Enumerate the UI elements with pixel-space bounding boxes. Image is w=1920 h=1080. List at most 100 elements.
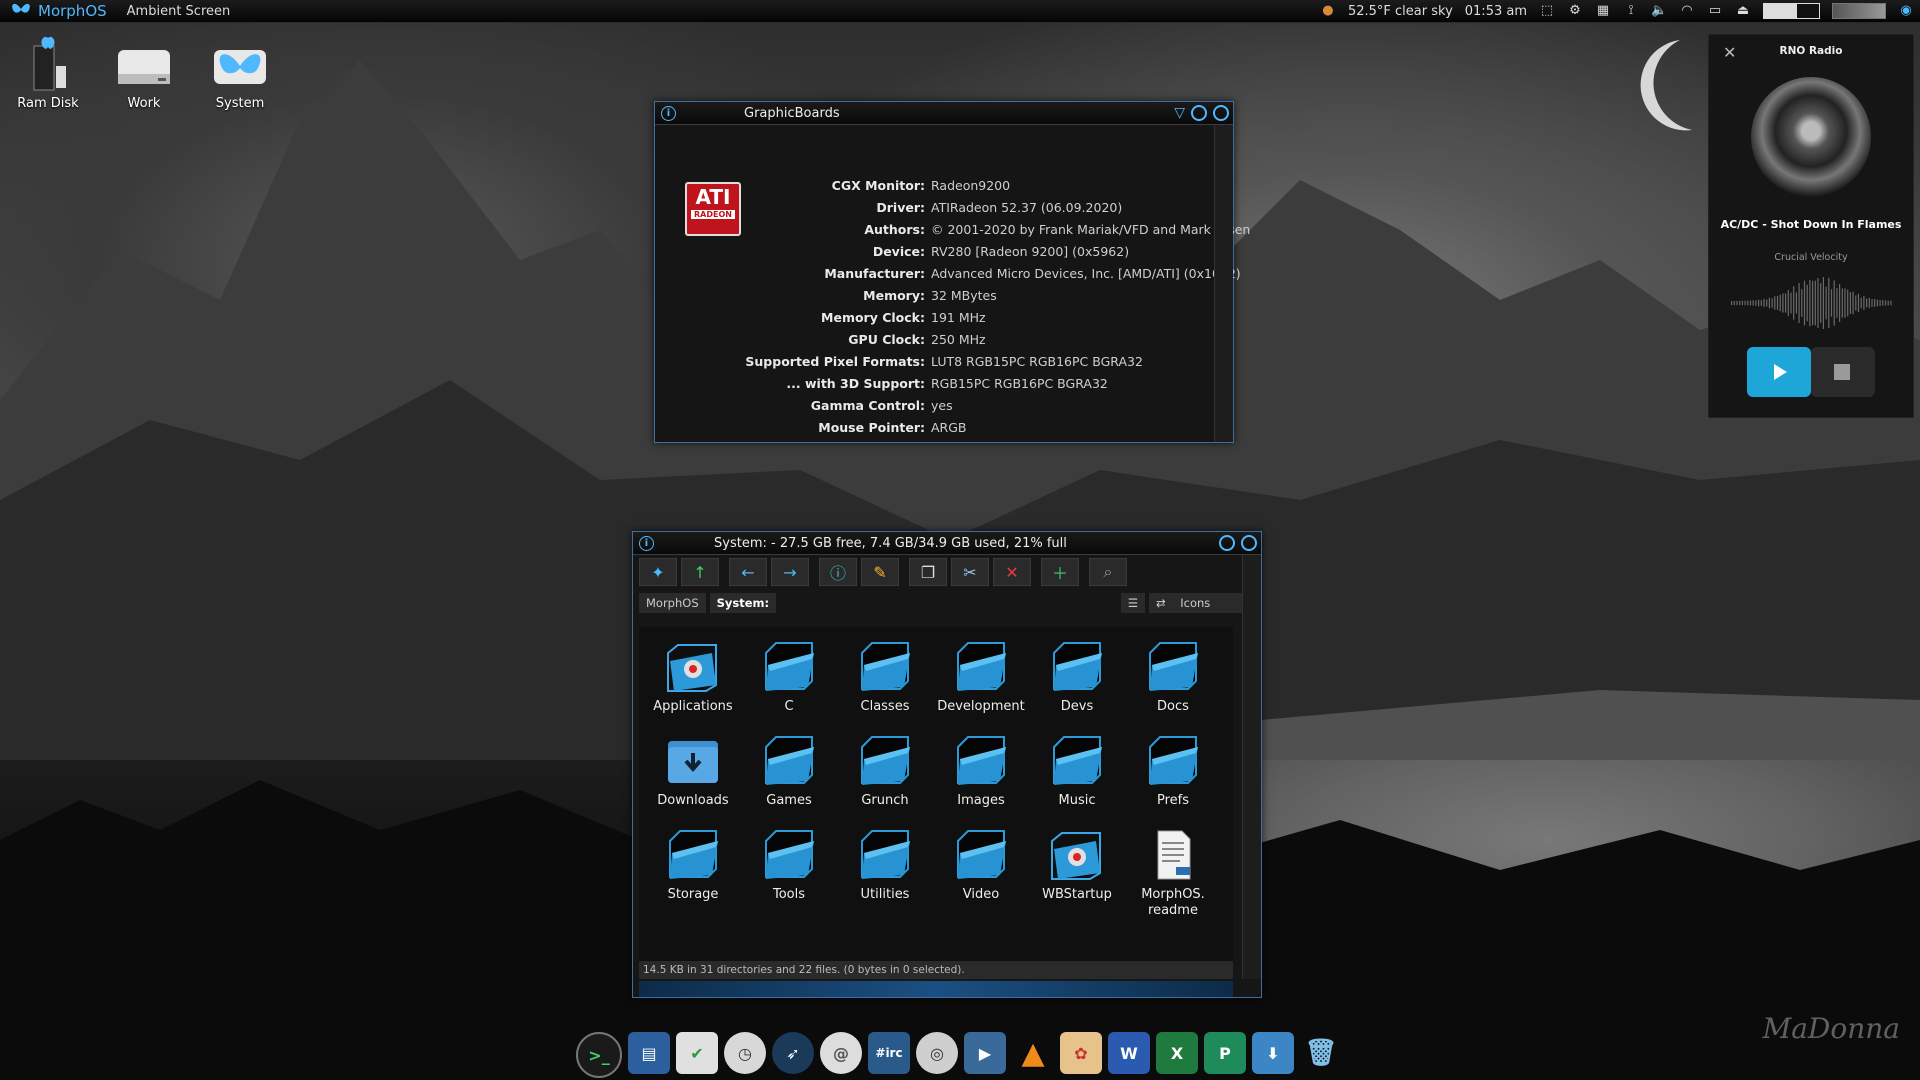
grid-icon[interactable]: ▦ — [1595, 4, 1611, 18]
arrow-up-icon: ↑ — [693, 562, 707, 582]
file-icon-wbstartup[interactable]: WBStartup — [1031, 827, 1123, 903]
new-drawer-button[interactable]: ＋ — [1041, 558, 1079, 586]
dock-irc[interactable]: #irc — [868, 1032, 910, 1074]
info-icon[interactable]: i — [639, 535, 654, 551]
property-row: CGX Monitor: Radeon9200 — [735, 175, 1250, 197]
breadcrumb-morphos[interactable]: MorphOS — [639, 593, 706, 613]
eject-icon[interactable]: ⏏ — [1735, 4, 1751, 18]
play-button[interactable] — [1747, 347, 1811, 397]
file-icon-tools[interactable]: Tools — [743, 827, 835, 903]
station-name: Crucial Velocity — [1774, 252, 1848, 263]
network-icon[interactable]: ⟟ — [1623, 4, 1639, 18]
folder-icon — [852, 639, 918, 693]
arrow-left-icon: ← — [741, 562, 755, 582]
screens-icon[interactable]: ⬚ — [1539, 4, 1555, 18]
radio-title: RNO Radio — [1779, 45, 1843, 57]
depth-icon[interactable] — [1191, 105, 1207, 121]
rename-button[interactable]: ✎ — [861, 558, 899, 586]
property-row: GPU Clock: 250 MHz — [735, 329, 1250, 351]
dock-editor[interactable]: ✔ — [676, 1032, 718, 1074]
memory-meter — [1763, 3, 1820, 19]
file-label: Devs — [1060, 699, 1094, 714]
file-icon-prefs[interactable]: Prefs — [1127, 733, 1219, 809]
search-button[interactable]: ⌕ — [1089, 558, 1127, 586]
wallpaper-signature: MaDonna — [1762, 1012, 1900, 1045]
desktop-icon-system[interactable]: System — [200, 36, 280, 111]
file-icon-images[interactable]: Images — [935, 733, 1027, 809]
file-icon-downloads[interactable]: Downloads — [647, 733, 739, 809]
stop-button[interactable] — [1811, 347, 1875, 397]
file-icon-c[interactable]: C — [743, 639, 835, 715]
drive-icon — [112, 36, 176, 92]
desktop-icon-ram-disk[interactable]: Ram Disk — [8, 36, 88, 111]
file-icon-classes[interactable]: Classes — [839, 639, 931, 715]
dock-media[interactable]: ◎ — [916, 1032, 958, 1074]
iconify-icon[interactable]: ▽ — [1174, 105, 1185, 121]
delete-button[interactable]: ✕ — [993, 558, 1031, 586]
depth-icon[interactable] — [1219, 535, 1235, 551]
file-icon-development[interactable]: Development — [935, 639, 1027, 715]
volume-icon[interactable]: 🔈 — [1651, 4, 1667, 18]
clock-icon: ◷ — [738, 1043, 752, 1063]
morphos-round-icon[interactable]: ◉ — [1898, 4, 1914, 18]
zoom-icon[interactable] — [1241, 535, 1257, 551]
dock-word[interactable]: W — [1108, 1032, 1150, 1074]
desktop-icon-work[interactable]: Work — [104, 36, 184, 111]
property-row: Mouse Pointer: ARGB — [735, 417, 1250, 439]
dock-browser[interactable]: ➶ — [772, 1032, 814, 1074]
file-icon-morphos-readme[interactable]: MorphOS. readme — [1127, 827, 1219, 919]
copy-button[interactable]: ❐ — [909, 558, 947, 586]
scissors-icon: ✂ — [963, 562, 977, 582]
clock[interactable]: 01:53 am — [1465, 4, 1527, 19]
dock-download[interactable]: ⬇ — [1252, 1032, 1294, 1074]
file-icon-grunch[interactable]: Grunch — [839, 733, 931, 809]
file-icon-utilities[interactable]: Utilities — [839, 827, 931, 903]
ati-radeon-logo: ATI RADEON — [685, 182, 741, 236]
dock-paint[interactable]: ✿ — [1060, 1032, 1102, 1074]
screen-name[interactable]: Ambient Screen — [127, 4, 231, 19]
property-row: Manufacturer: Advanced Micro Devices, Inc… — [735, 263, 1250, 285]
dock-powerpoint[interactable]: P — [1204, 1032, 1246, 1074]
file-icon-docs[interactable]: Docs — [1127, 639, 1219, 715]
parent-button[interactable]: ↑ — [681, 558, 719, 586]
info-button[interactable]: ⓘ — [819, 558, 857, 586]
file-icon-music[interactable]: Music — [1031, 733, 1123, 809]
dock-clock[interactable]: ◷ — [724, 1032, 766, 1074]
horizontal-scrollbar[interactable] — [639, 981, 1233, 997]
wifi-icon[interactable]: ◠ — [1679, 4, 1695, 18]
view-mode-select[interactable]: ⇄ Icons — [1149, 593, 1243, 613]
property-value: LUT8 RGB15PC RGB16PC BGRA32 — [931, 354, 1143, 369]
window-titlebar[interactable]: i System: - 27.5 GB free, 7.4 GB/34.9 GB… — [633, 532, 1261, 555]
property-value: Radeon9200 — [931, 178, 1011, 193]
file-icon-devs[interactable]: Devs — [1031, 639, 1123, 715]
root-button[interactable]: ✦ — [639, 558, 677, 586]
window-titlebar[interactable]: i GraphicBoards ▽ — [655, 102, 1233, 125]
disc-icon: ◎ — [930, 1043, 944, 1063]
file-label: Video — [962, 887, 1000, 902]
dock-trash[interactable]: 🗑 — [1300, 1032, 1342, 1074]
breadcrumb-system[interactable]: System: — [709, 593, 777, 613]
dock-vlc[interactable]: ▲ — [1012, 1032, 1054, 1074]
file-icon-games[interactable]: Games — [743, 733, 835, 809]
list-view-button[interactable]: ☰ — [1120, 593, 1145, 613]
info-icon[interactable]: i — [661, 105, 676, 121]
forward-button[interactable]: → — [771, 558, 809, 586]
dock-mail[interactable]: @ — [820, 1032, 862, 1074]
desktop-icon-label: Ram Disk — [17, 96, 79, 111]
vertical-scrollbar[interactable] — [1214, 125, 1233, 442]
gear-icon[interactable]: ⚙ — [1567, 4, 1583, 18]
dock-excel[interactable]: X — [1156, 1032, 1198, 1074]
cut-button[interactable]: ✂ — [951, 558, 989, 586]
display-icon[interactable]: ▭ — [1707, 4, 1723, 18]
file-icon-video[interactable]: Video — [935, 827, 1027, 903]
arrow-right-icon: → — [783, 562, 797, 582]
file-icon-applications[interactable]: Applications — [647, 639, 739, 715]
file-icon-storage[interactable]: Storage — [647, 827, 739, 903]
zoom-icon[interactable] — [1213, 105, 1229, 121]
vertical-scrollbar[interactable] — [1242, 555, 1261, 979]
back-button[interactable]: ← — [729, 558, 767, 586]
dock-video[interactable]: ▶ — [964, 1032, 1006, 1074]
dock-shell[interactable]: >_ — [576, 1032, 622, 1078]
morphos-menu[interactable]: MorphOS — [10, 1, 107, 21]
dock-filer[interactable]: ▤ — [628, 1032, 670, 1074]
